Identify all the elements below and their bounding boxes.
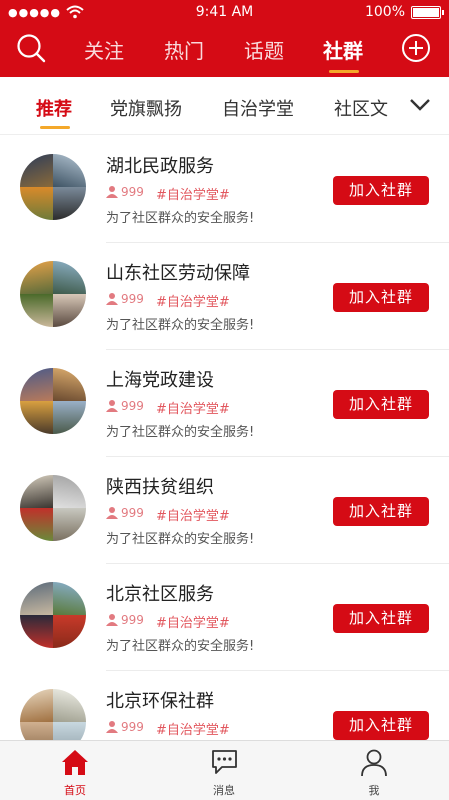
group-tag[interactable]: #自治学堂# bbox=[156, 398, 230, 417]
active-subtab-indicator bbox=[40, 126, 70, 129]
group-description: 为了社区群众的安全服务! bbox=[106, 425, 255, 440]
join-group-button[interactable]: 加入社群 bbox=[333, 497, 429, 526]
member-count: 999 bbox=[121, 185, 144, 199]
group-avatar bbox=[20, 582, 86, 648]
group-name: 北京环保社群 bbox=[106, 691, 214, 712]
list-item[interactable]: 上海党政建设 999 #自治学堂# 为了社区群众的安全服务! 加入社群 bbox=[0, 350, 449, 457]
list-item[interactable]: 陕西扶贫组织 999 #自治学堂# 为了社区群众的安全服务! 加入社群 bbox=[0, 457, 449, 564]
subtab-party-flag[interactable]: 党旗飘扬 bbox=[110, 95, 182, 121]
home-icon bbox=[62, 750, 88, 775]
group-tag[interactable]: #自治学堂# bbox=[156, 612, 230, 631]
member-count: 999 bbox=[121, 720, 144, 734]
tabbar-messages[interactable]: 消息 bbox=[149, 741, 299, 800]
profile-icon bbox=[361, 749, 387, 777]
join-group-button[interactable]: 加入社群 bbox=[333, 711, 429, 740]
join-group-button[interactable]: 加入社群 bbox=[333, 176, 429, 205]
group-name: 湖北民政服务 bbox=[106, 156, 214, 177]
group-tag[interactable]: #自治学堂# bbox=[156, 291, 230, 310]
group-name: 上海党政建设 bbox=[106, 370, 214, 391]
member-count: 999 bbox=[121, 399, 144, 413]
member-count: 999 bbox=[121, 506, 144, 520]
join-group-button[interactable]: 加入社群 bbox=[333, 604, 429, 633]
tabbar-label: 消息 bbox=[213, 784, 235, 797]
group-tag[interactable]: #自治学堂# bbox=[156, 505, 230, 524]
bottom-tab-bar: 首页 消息 我 bbox=[0, 740, 449, 800]
join-group-button[interactable]: 加入社群 bbox=[333, 283, 429, 312]
member-icon bbox=[106, 293, 118, 305]
member-icon bbox=[106, 614, 118, 626]
subtab-autonomy[interactable]: 自治学堂 bbox=[222, 95, 294, 121]
member-count: 999 bbox=[121, 292, 144, 306]
group-avatar bbox=[20, 154, 86, 220]
group-description: 为了社区群众的安全服务! bbox=[106, 532, 255, 547]
tab-follow[interactable]: 关注 bbox=[84, 35, 124, 64]
group-description: 为了社区群众的安全服务! bbox=[106, 639, 255, 654]
active-tab-indicator bbox=[329, 70, 359, 73]
member-icon bbox=[106, 400, 118, 412]
group-name: 山东社区劳动保障 bbox=[106, 263, 250, 284]
member-icon bbox=[106, 186, 118, 198]
group-avatar bbox=[20, 689, 86, 740]
group-description: 为了社区群众的安全服务! bbox=[106, 211, 255, 226]
member-icon bbox=[106, 721, 118, 733]
status-bar: ●●●●● 9:41 AM 100% bbox=[0, 0, 449, 25]
group-list: 湖北民政服务 999 #自治学堂# 为了社区群众的安全服务! 加入社群 山东社区… bbox=[0, 136, 449, 740]
battery-icon bbox=[411, 6, 444, 19]
search-icon[interactable] bbox=[15, 32, 47, 64]
group-avatar bbox=[20, 475, 86, 541]
member-icon bbox=[106, 507, 118, 519]
top-nav: 关注 热门 话题 社群 bbox=[0, 25, 449, 77]
member-count: 999 bbox=[121, 613, 144, 627]
subtab-recommend[interactable]: 推荐 bbox=[36, 95, 72, 121]
group-name: 北京社区服务 bbox=[106, 584, 214, 605]
app-header: ●●●●● 9:41 AM 100% 关注 热门 话题 社群 bbox=[0, 0, 449, 77]
category-tabs: 推荐 党旗飘扬 自治学堂 社区文 bbox=[0, 77, 449, 135]
group-tag[interactable]: #自治学堂# bbox=[156, 184, 230, 203]
group-tag[interactable]: #自治学堂# bbox=[156, 719, 230, 738]
add-icon[interactable] bbox=[401, 33, 431, 63]
message-icon bbox=[212, 750, 237, 774]
join-group-button[interactable]: 加入社群 bbox=[333, 390, 429, 419]
group-avatar bbox=[20, 261, 86, 327]
tabbar-home[interactable]: 首页 bbox=[0, 741, 150, 800]
tabbar-label: 我 bbox=[368, 784, 380, 797]
tab-topic[interactable]: 话题 bbox=[244, 35, 284, 64]
tab-hot[interactable]: 热门 bbox=[164, 35, 204, 64]
group-description: 为了社区群众的安全服务! bbox=[106, 318, 255, 333]
tab-community[interactable]: 社群 bbox=[323, 35, 363, 64]
group-avatar bbox=[20, 368, 86, 434]
tabbar-profile[interactable]: 我 bbox=[299, 741, 449, 800]
group-name: 陕西扶贫组织 bbox=[106, 477, 214, 498]
list-item[interactable]: 湖北民政服务 999 #自治学堂# 为了社区群众的安全服务! 加入社群 bbox=[0, 136, 449, 243]
list-item[interactable]: 山东社区劳动保障 999 #自治学堂# 为了社区群众的安全服务! 加入社群 bbox=[0, 243, 449, 350]
chevron-down-icon[interactable] bbox=[409, 97, 431, 113]
list-item[interactable]: 北京环保社群 999 #自治学堂# 加入社群 bbox=[0, 671, 449, 740]
battery-percent: 100% bbox=[364, 4, 405, 20]
tabbar-label: 首页 bbox=[64, 784, 86, 797]
list-item[interactable]: 北京社区服务 999 #自治学堂# 为了社区群众的安全服务! 加入社群 bbox=[0, 564, 449, 671]
subtab-community-culture[interactable]: 社区文 bbox=[334, 95, 388, 121]
